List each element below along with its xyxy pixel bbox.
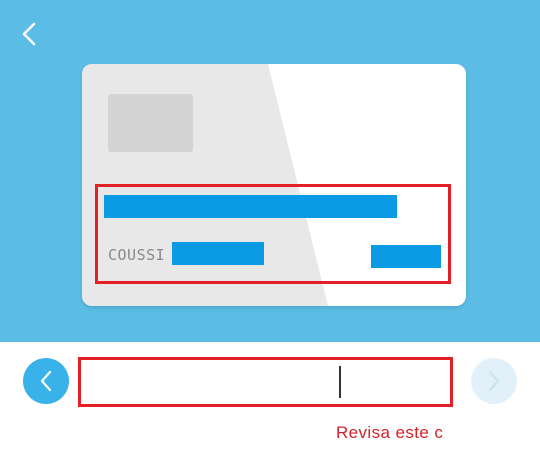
card-preview-header: COUSSI bbox=[0, 0, 540, 342]
card-field-input[interactable] bbox=[87, 364, 442, 400]
next-field-button[interactable] bbox=[471, 358, 517, 404]
error-message-container: Revisa este c bbox=[336, 423, 448, 447]
card-field-input-box[interactable] bbox=[78, 357, 453, 407]
chevron-left-icon bbox=[40, 370, 52, 392]
card-chip bbox=[108, 94, 193, 152]
previous-field-button[interactable] bbox=[23, 358, 69, 404]
card-details-highlight bbox=[95, 184, 451, 284]
text-cursor bbox=[339, 366, 341, 398]
back-button[interactable] bbox=[14, 18, 46, 50]
chevron-left-icon bbox=[22, 22, 36, 46]
chevron-right-icon bbox=[488, 370, 500, 392]
card-entry-screen: COUSSI Revisa este c bbox=[0, 0, 540, 463]
error-message: Revisa este c bbox=[336, 423, 444, 442]
